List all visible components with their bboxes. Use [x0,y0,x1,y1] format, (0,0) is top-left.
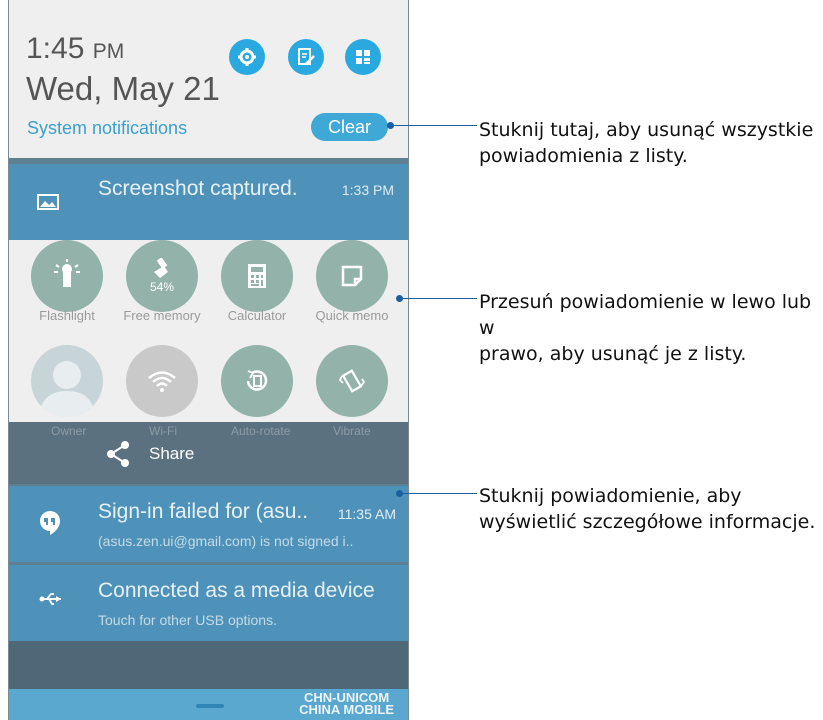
quick-settings-panel: Flashlight 54% Free memory Calculator Qu… [9,240,408,422]
notification-time: 11:35 AM [337,506,396,522]
broom-icon [154,258,168,278]
wifi-toggle[interactable] [126,345,198,417]
callout-details: Stuknij powiadomienie, aby wyświetlić sz… [479,485,816,533]
qs-label-wifi: Wi-Fi [149,424,177,438]
clock: 1:45 PM [26,32,125,65]
notification-list-bottom [9,641,408,689]
qs-label-vibrate: Vibrate [333,424,371,438]
notification-screenshot[interactable]: Screenshot captured. 1:33 PM [9,164,408,240]
owner-toggle[interactable] [31,345,103,417]
calculator-toggle[interactable] [221,240,293,312]
vibrate-toggle[interactable] [316,345,388,417]
wifi-icon [148,371,176,392]
notification-title: Connected as a media device [98,579,375,602]
notification-subtitle: (asus.zen.ui@gmail.com) is not signed i.… [98,533,354,549]
edit-icon [298,48,315,65]
hangouts-icon [40,511,60,535]
notification-header: 1:45 PM Wed, May 21 System notifications [9,0,408,158]
avatar-icon [39,361,95,417]
notification-usb[interactable]: Connected as a media device Touch for ot… [9,565,408,641]
notification-time: 1:33 PM [341,182,394,198]
image-icon [37,194,59,210]
date: Wed, May 21 [26,70,220,107]
notification-sign-in[interactable]: Sign-in failed for (asu.. 11:35 AM (asus… [9,486,408,562]
rotate-icon [246,370,268,391]
free-memory-value: 54% [149,280,175,294]
drag-handle[interactable] [196,704,224,708]
clear-button[interactable]: Clear [311,113,388,141]
settings-button[interactable] [229,39,265,75]
vibrate-icon [339,369,365,393]
callout-line-swipe [401,298,477,299]
quick-memo-toggle[interactable] [316,240,388,312]
callout-line-details [401,493,477,494]
qs-label-flashlight: Flashlight [39,308,95,323]
grid-button[interactable] [345,39,381,75]
auto-rotate-toggle[interactable] [221,345,293,417]
memo-icon [341,265,363,287]
flashlight-icon [54,259,80,287]
share-icon [107,441,129,467]
qs-label-quick-memo: Quick memo [315,308,389,323]
qs-label-owner: Owner [51,424,87,438]
calculator-icon [248,264,266,288]
flashlight-toggle[interactable] [31,240,103,312]
usb-icon [39,593,61,605]
phone-screen: 1:45 PM Wed, May 21 System notifications [8,0,409,720]
gear-icon [238,48,256,66]
edit-button[interactable] [288,39,324,75]
notification-title: Screenshot captured. [98,177,298,200]
callout-swipe: Przesuń powiadomienie w lewo lub w prawo… [479,291,812,365]
notification-subtitle: Touch for other USB options. [98,612,277,628]
callout-clear: Stuknij tutaj, aby usunąć wszystkie powi… [479,119,814,167]
grid-icon [356,50,370,64]
callout-line-clear [392,125,477,126]
notification-title: Sign-in failed for (asu.. [98,500,309,523]
system-notifications-link[interactable]: System notifications [27,118,187,139]
qs-label-calculator: Calculator [227,308,287,323]
share-label: Share [149,444,195,463]
free-memory-toggle[interactable]: 54% [126,240,198,312]
qs-label-free-memory: Free memory [123,308,201,323]
carrier-label: CHN-UNICOM CHINA MOBILE [299,690,394,717]
qs-label-auto-rotate: Auto-rotate [231,424,291,438]
